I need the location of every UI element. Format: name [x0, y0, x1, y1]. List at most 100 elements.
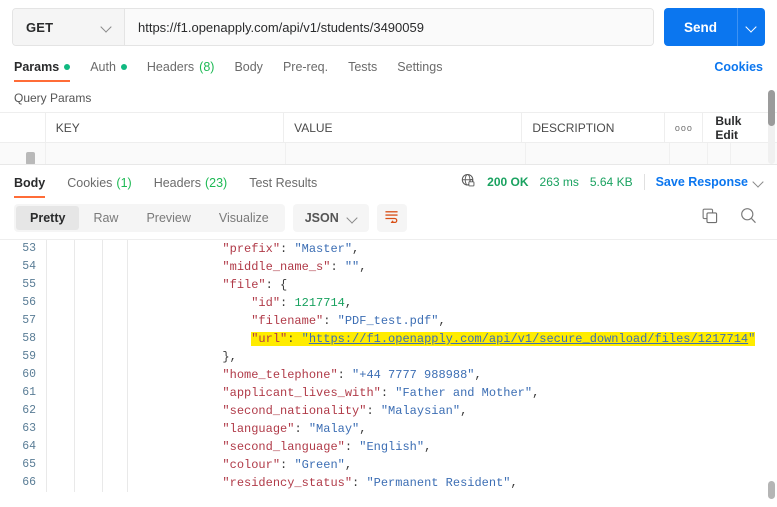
- tab-auth[interactable]: Auth: [80, 60, 137, 82]
- copy-button[interactable]: [702, 208, 718, 229]
- bulk-edit-button[interactable]: Bulk Edit: [703, 113, 777, 143]
- request-url-input[interactable]: https://f1.openapply.com/api/v1/students…: [125, 9, 653, 45]
- fold-gutter[interactable]: [46, 330, 74, 348]
- tab-label: Body: [14, 176, 46, 190]
- tab-params[interactable]: Params: [14, 60, 80, 82]
- url-link[interactable]: https://f1.openapply.com/api/v1/secure_d…: [309, 332, 748, 346]
- fold-gutter[interactable]: [102, 438, 128, 456]
- code-token: "Master": [294, 242, 353, 256]
- line-number: 64: [22, 440, 36, 453]
- params-scrollbar-thumb[interactable]: [768, 90, 775, 126]
- fold-gutter[interactable]: [102, 258, 128, 276]
- fold-gutter[interactable]: [102, 330, 128, 348]
- more-options-icon: ooo: [674, 122, 693, 133]
- fold-gutter[interactable]: [74, 366, 102, 384]
- code-line: 61 "applicant_lives_with": "Father and M…: [0, 384, 777, 402]
- fold-gutter[interactable]: [46, 384, 74, 402]
- send-options-button[interactable]: [737, 8, 765, 46]
- fold-gutter[interactable]: [102, 348, 128, 366]
- tab-prerequest[interactable]: Pre-req.: [273, 60, 338, 82]
- status-dot-icon: [120, 64, 127, 70]
- fold-gutter[interactable]: [74, 420, 102, 438]
- fold-gutter[interactable]: [74, 384, 102, 402]
- fold-gutter[interactable]: [46, 348, 74, 366]
- tab-body[interactable]: Body: [224, 60, 273, 82]
- fold-gutter[interactable]: [46, 294, 74, 312]
- format-tab-group: Pretty Raw Preview Visualize: [14, 204, 285, 232]
- tab-tests[interactable]: Tests: [338, 60, 387, 82]
- tab-settings[interactable]: Settings: [387, 60, 452, 82]
- http-method-select[interactable]: GET: [13, 9, 125, 45]
- fold-gutter[interactable]: [102, 276, 128, 294]
- fold-gutter[interactable]: [74, 438, 102, 456]
- tab-label: Pre-req.: [282, 60, 329, 74]
- word-wrap-button[interactable]: [376, 204, 407, 232]
- fold-gutter[interactable]: [74, 456, 102, 474]
- fold-gutter[interactable]: [46, 438, 74, 456]
- language-select[interactable]: JSON: [292, 204, 369, 232]
- send-button[interactable]: Send: [664, 8, 737, 46]
- search-button[interactable]: [740, 207, 757, 229]
- code-line-content: "prefix": "Master",: [128, 240, 359, 258]
- fold-gutter[interactable]: [74, 294, 102, 312]
- fold-gutter[interactable]: [46, 312, 74, 330]
- code-scrollbar-thumb[interactable]: [768, 481, 775, 499]
- fold-gutter[interactable]: [102, 366, 128, 384]
- fold-gutter[interactable]: [102, 312, 128, 330]
- header-cell-value: VALUE: [284, 112, 523, 143]
- fold-gutter[interactable]: [46, 420, 74, 438]
- status-dot-icon: [64, 64, 71, 70]
- fold-gutter[interactable]: [102, 294, 128, 312]
- fold-gutter[interactable]: [74, 276, 102, 294]
- fold-gutter[interactable]: [46, 276, 74, 294]
- fold-gutter[interactable]: [46, 402, 74, 420]
- response-tab-test-results[interactable]: Test Results: [238, 176, 328, 198]
- code-token: "Malaysian": [380, 404, 461, 418]
- format-tab-pretty[interactable]: Pretty: [16, 206, 80, 230]
- format-tab-preview[interactable]: Preview: [132, 206, 204, 230]
- code-token: "prefix": [222, 242, 281, 256]
- fold-gutter[interactable]: [102, 384, 128, 402]
- line-number: 54: [22, 260, 36, 273]
- tab-headers[interactable]: Headers (8): [137, 60, 225, 82]
- fold-gutter[interactable]: [74, 474, 102, 492]
- tab-label: Body: [234, 60, 263, 74]
- format-tab-raw[interactable]: Raw: [79, 206, 132, 230]
- code-token: "English": [359, 440, 425, 454]
- fold-gutter[interactable]: [102, 420, 128, 438]
- fold-gutter[interactable]: [74, 402, 102, 420]
- query-params-title: Query Params: [14, 91, 92, 105]
- fold-gutter[interactable]: [74, 348, 102, 366]
- response-tab-headers[interactable]: Headers (23): [143, 176, 238, 198]
- fold-gutter[interactable]: [102, 402, 128, 420]
- tab-count: (1): [116, 176, 132, 190]
- code-token: :: [330, 260, 345, 274]
- save-response-button[interactable]: Save Response: [656, 175, 748, 189]
- fold-gutter[interactable]: [46, 258, 74, 276]
- fold-gutter[interactable]: [102, 474, 128, 492]
- code-token: :: [344, 440, 360, 454]
- response-tab-body[interactable]: Body: [14, 176, 56, 198]
- save-response-group[interactable]: Save Response: [656, 175, 763, 189]
- fold-gutter[interactable]: [74, 258, 102, 276]
- line-number: 55: [22, 278, 36, 291]
- format-tab-visualize[interactable]: Visualize: [205, 206, 283, 230]
- fold-gutter[interactable]: [46, 474, 74, 492]
- cookies-link[interactable]: Cookies: [714, 60, 763, 82]
- response-tab-cookies[interactable]: Cookies (1): [56, 176, 142, 198]
- tab-label: Headers: [146, 60, 195, 74]
- response-body-code-viewer[interactable]: 53 "prefix": "Master", 54 "middle_name_s"…: [0, 239, 777, 507]
- fold-gutter[interactable]: [74, 240, 102, 258]
- postman-request-response-view: GET https://f1.openapply.com/api/v1/stud…: [0, 0, 777, 507]
- fold-gutter[interactable]: [46, 456, 74, 474]
- fold-gutter[interactable]: [102, 456, 128, 474]
- table-options-button[interactable]: ooo: [665, 112, 704, 143]
- fold-gutter[interactable]: [74, 312, 102, 330]
- fold-gutter[interactable]: [46, 240, 74, 258]
- fold-gutter[interactable]: [102, 240, 128, 258]
- fold-gutter[interactable]: [46, 366, 74, 384]
- fold-gutter[interactable]: [74, 330, 102, 348]
- code-token: "second_language": [222, 440, 345, 454]
- code-token: ,: [474, 368, 482, 382]
- code-token: "middle_name_s": [222, 260, 331, 274]
